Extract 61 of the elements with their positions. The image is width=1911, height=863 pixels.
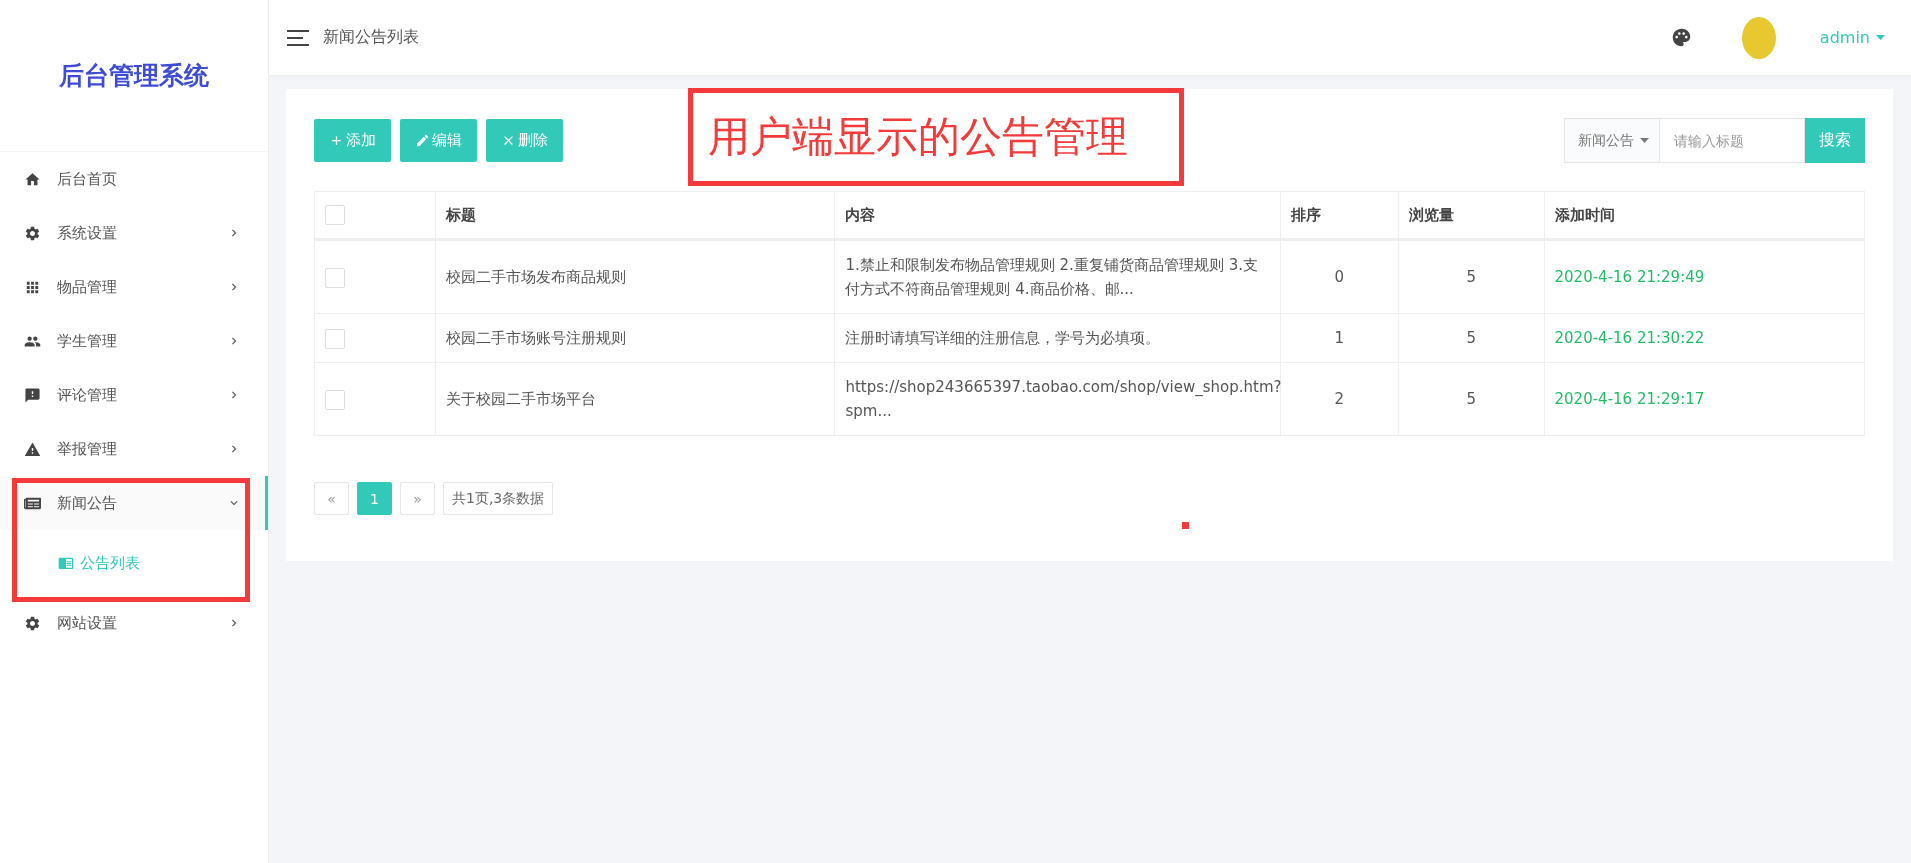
- palette-icon[interactable]: [1670, 27, 1692, 48]
- page-summary: 共1页,3条数据: [443, 482, 554, 515]
- prev-page-button[interactable]: «: [314, 482, 349, 515]
- table-cell: 2020-4-16 21:30:22: [1544, 313, 1865, 363]
- column-header: 浏览量: [1398, 191, 1544, 240]
- column-header: 内容: [835, 191, 1281, 240]
- column-header: 标题: [435, 191, 835, 240]
- search-field[interactable]: 请输入标题: [1660, 118, 1805, 163]
- table-cell: 关于校园二手市场平台: [435, 362, 835, 436]
- sidebar-label: 举报管理: [57, 439, 118, 459]
- annotation-marker: [1182, 522, 1189, 529]
- settings-icon: [24, 224, 41, 242]
- warning-icon: [24, 440, 41, 458]
- checkbox[interactable]: [325, 267, 345, 288]
- sidebar-item[interactable]: 后台首页: [0, 152, 268, 206]
- next-page-button[interactable]: »: [400, 482, 435, 515]
- table-cell: 校园二手市场账号注册规则: [435, 313, 835, 363]
- table-cell: 0: [1280, 239, 1399, 314]
- plus-icon: [329, 133, 344, 148]
- table-cell: 2020-4-16 21:29:17: [1544, 362, 1865, 436]
- sidebar-item[interactable]: 举报管理: [0, 422, 268, 476]
- menu-icon[interactable]: [287, 29, 309, 46]
- table-cell: 注册时请填写详细的注册信息，学号为必填项。: [835, 313, 1281, 363]
- checkbox[interactable]: [325, 328, 345, 349]
- column-header: 排序: [1280, 191, 1399, 240]
- home-icon: [24, 170, 41, 188]
- table-cell: 2: [1280, 362, 1399, 436]
- table-cell: 5: [1398, 313, 1544, 363]
- table-cell: 1.禁止和限制发布物品管理规则 2.重复铺货商品管理规则 3.支付方式不符商品管理规则 4.商品价格、邮...: [835, 239, 1281, 314]
- user-avatar[interactable]: [1741, 16, 1776, 59]
- sidebar-label: 新闻公告: [57, 493, 118, 513]
- comment-icon: [24, 386, 41, 404]
- page-title: 新闻公告列表: [323, 27, 420, 48]
- sidebar-label: 网站设置: [57, 613, 118, 633]
- sidebar-item[interactable]: 系统设置: [0, 206, 268, 260]
- sidebar-item[interactable]: 评论管理: [0, 368, 268, 422]
- checkbox[interactable]: [325, 205, 345, 225]
- caret-icon: [1876, 35, 1885, 40]
- sidebar-item[interactable]: 物品管理: [0, 260, 268, 314]
- sidebar-label: 后台首页: [57, 169, 118, 189]
- pencil-icon: [415, 133, 430, 148]
- table-cell: 2020-4-16 21:29:49: [1544, 239, 1865, 314]
- settings-icon: [24, 614, 41, 632]
- checkbox[interactable]: [325, 389, 345, 410]
- column-header: 添加时间: [1544, 191, 1865, 240]
- annotation-callout: 用户端显示的公告管理: [688, 88, 1184, 186]
- sidebar-item[interactable]: 学生管理: [0, 314, 268, 368]
- sidebar-label: 学生管理: [57, 331, 118, 351]
- sidebar-item[interactable]: 网站设置: [0, 596, 268, 650]
- book-icon: [58, 555, 74, 571]
- sidebar-label: 物品管理: [57, 277, 118, 297]
- table-cell: 5: [1398, 239, 1544, 314]
- app-logo: 后台管理系统: [0, 0, 268, 152]
- table-cell: 1: [1280, 313, 1399, 363]
- table-cell: 5: [1398, 362, 1544, 436]
- table-cell: https://shop243665397.taobao.com/shop/view_shop.htm?spm...: [835, 362, 1281, 436]
- sidebar-label: 系统设置: [57, 223, 118, 243]
- caret-icon: [1640, 138, 1649, 143]
- sidebar-label: 评论管理: [57, 385, 118, 405]
- table-cell: 校园二手市场发布商品规则: [435, 239, 835, 314]
- category-dropdown[interactable]: 新闻公告: [1564, 118, 1660, 163]
